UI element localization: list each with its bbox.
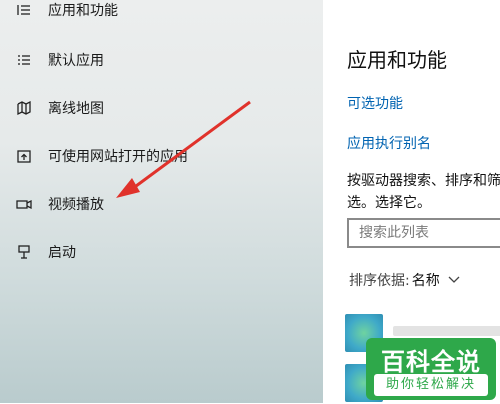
watermark-subtitle: 助你轻松解决	[374, 374, 488, 396]
watermark-title: 百科全说	[381, 348, 481, 376]
watermark-logo: 百科全说 助你轻松解决	[366, 338, 496, 400]
